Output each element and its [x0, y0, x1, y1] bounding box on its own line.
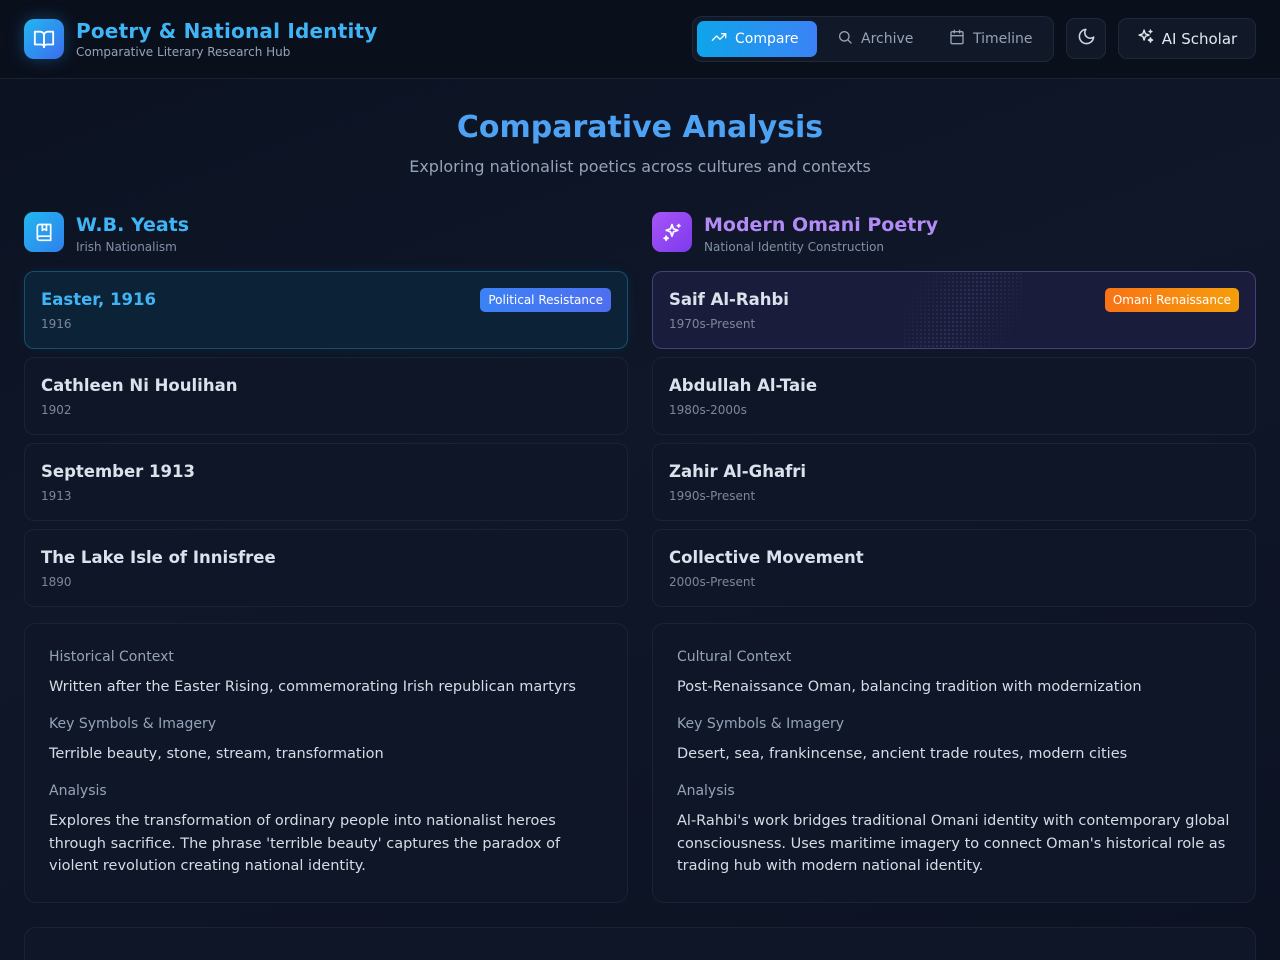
context-label: Historical Context [49, 649, 174, 665]
theme-toggle-button[interactable] [1066, 18, 1106, 59]
yeats-column: W.B. Yeats Irish Nationalism Easter, 191… [24, 212, 628, 903]
tab-archive-label: Archive [861, 31, 914, 47]
tab-archive[interactable]: Archive [823, 21, 923, 57]
poet-period: 2000s-Present [669, 575, 756, 589]
app-title: Poetry & National Identity [76, 19, 378, 43]
poet-card-abdullah-al-taie[interactable]: Abdullah Al-Taie 1980s-2000s [652, 357, 1256, 435]
book-open-icon [24, 19, 64, 59]
context-label: Cultural Context [677, 649, 792, 665]
sparkles-icon [1137, 28, 1154, 49]
page-subtitle: Exploring nationalist poetics across cul… [409, 157, 871, 176]
symbols-label: Key Symbols & Imagery [677, 716, 844, 732]
dot-pattern [903, 272, 1023, 348]
poet-period: 1980s-2000s [669, 403, 747, 417]
yeats-title: W.B. Yeats [76, 214, 190, 236]
moon-icon [1077, 27, 1096, 50]
poem-title: September 1913 [41, 462, 195, 481]
analysis-text: Al-Rahbi's work bridges traditional Oman… [677, 813, 1230, 874]
poet-name: Zahir Al-Ghafri [669, 462, 807, 481]
tab-compare-label: Compare [735, 31, 799, 47]
trending-up-icon [711, 29, 727, 49]
poem-title: Easter, 1916 [41, 290, 156, 309]
symbols-text: Desert, sea, frankincense, ancient trade… [677, 746, 1128, 762]
context-text: Post-Renaissance Oman, balancing traditi… [677, 679, 1142, 695]
poet-name: Collective Movement [669, 548, 864, 567]
analysis-label: Analysis [677, 783, 735, 799]
poem-date: 1913 [41, 489, 72, 503]
tab-timeline-label: Timeline [973, 31, 1033, 47]
bottom-panel [24, 927, 1256, 960]
app-subtitle: Comparative Literary Research Hub [76, 45, 291, 59]
poet-card-collective-movement[interactable]: Collective Movement 2000s-Present [652, 529, 1256, 607]
main-nav: Compare Archive Timeline [692, 16, 1054, 62]
yeats-header: W.B. Yeats Irish Nationalism [24, 212, 628, 271]
tab-timeline[interactable]: Timeline [935, 21, 1047, 57]
poem-title: Cathleen Ni Houlihan [41, 376, 238, 395]
omani-detail-panel: Cultural Context Post-Renaissance Oman, … [652, 623, 1256, 903]
analysis-label: Analysis [49, 783, 107, 799]
poem-title: The Lake Isle of Innisfree [41, 548, 276, 567]
poem-date: 1890 [41, 575, 72, 589]
poem-date: 1916 [41, 317, 72, 331]
ai-scholar-button[interactable]: AI Scholar [1118, 18, 1256, 59]
poet-name: Abdullah Al-Taie [669, 376, 818, 395]
calendar-icon [949, 29, 965, 49]
symbols-label: Key Symbols & Imagery [49, 716, 216, 732]
top-bar: Poetry & National Identity Comparative L… [0, 0, 1280, 79]
poet-card-zahir-al-ghafri[interactable]: Zahir Al-Ghafri 1990s-Present [652, 443, 1256, 521]
poet-name: Saif Al-Rahbi [669, 290, 789, 309]
search-icon [837, 29, 853, 49]
analysis-text: Explores the transformation of ordinary … [49, 813, 561, 874]
yeats-subtitle: Irish Nationalism [76, 240, 177, 254]
sparkles-icon [652, 212, 692, 252]
ai-scholar-label: AI Scholar [1161, 29, 1238, 48]
theme-badge: Political Resistance [480, 288, 611, 312]
poet-period: 1990s-Present [669, 489, 756, 503]
omani-title: Modern Omani Poetry [704, 214, 939, 236]
poet-period: 1970s-Present [669, 317, 756, 331]
poem-date: 1902 [41, 403, 72, 417]
poem-card-innisfree[interactable]: The Lake Isle of Innisfree 1890 [24, 529, 628, 607]
omani-subtitle: National Identity Construction [704, 240, 885, 254]
omani-column: Modern Omani Poetry National Identity Co… [652, 212, 1256, 903]
omani-header: Modern Omani Poetry National Identity Co… [652, 212, 1256, 271]
poem-card-easter-1916[interactable]: Easter, 1916 1916 Political Resistance [24, 271, 628, 349]
tab-compare[interactable]: Compare [697, 21, 817, 57]
yeats-detail-panel: Historical Context Written after the Eas… [24, 623, 628, 903]
movement-badge: Omani Renaissance [1104, 288, 1239, 312]
bookmark-book-icon [24, 212, 64, 252]
poet-card-saif-al-rahbi[interactable]: Saif Al-Rahbi 1970s-Present Omani Renais… [652, 271, 1256, 349]
page-title: Comparative Analysis [456, 110, 824, 145]
poem-card-cathleen[interactable]: Cathleen Ni Houlihan 1902 [24, 357, 628, 435]
poem-card-september-1913[interactable]: September 1913 1913 [24, 443, 628, 521]
symbols-text: Terrible beauty, stone, stream, transfor… [49, 746, 384, 762]
context-text: Written after the Easter Rising, commemo… [49, 679, 576, 695]
